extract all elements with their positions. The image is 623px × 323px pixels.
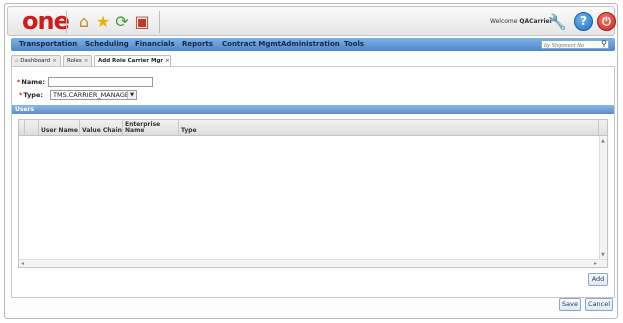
scroll-up-arrow-icon[interactable]: ▲ bbox=[601, 138, 605, 144]
scroll-down-arrow-icon[interactable]: ▼ bbox=[601, 252, 605, 258]
favorites-star-icon[interactable]: ★ bbox=[93, 12, 113, 32]
app-header: one ⌂ ★ ⟳ ▣ Welcome QACarrier 🔧 ? ⏻ bbox=[7, 6, 616, 36]
tab-roles[interactable]: Roles × bbox=[63, 55, 92, 66]
close-icon[interactable]: × bbox=[165, 58, 170, 64]
home-icon: ⌂ bbox=[15, 58, 19, 64]
close-icon[interactable]: × bbox=[84, 58, 89, 64]
main-nav-bar: Transportation Scheduling Financials Rep… bbox=[11, 38, 615, 51]
nav-administration[interactable]: Administration bbox=[281, 40, 340, 49]
horizontal-scrollbar[interactable]: ◂ ▸ bbox=[19, 259, 607, 267]
home-icon[interactable]: ⌂ bbox=[74, 12, 94, 32]
search-icon[interactable]: ⚲ bbox=[601, 39, 607, 48]
users-grid: User Name Value Chain Enterprise Name Ty… bbox=[18, 119, 608, 268]
tab-label: Roles bbox=[67, 58, 82, 64]
help-icon[interactable]: ? bbox=[574, 12, 593, 31]
tab-dashboard[interactable]: ⌂ Dashboard × bbox=[11, 55, 61, 66]
scroll-right-arrow-icon[interactable]: ▸ bbox=[594, 260, 597, 267]
cancel-button[interactable]: Cancel bbox=[585, 298, 613, 311]
type-label-text: Type: bbox=[23, 91, 43, 99]
shipment-search-input[interactable] bbox=[542, 42, 598, 50]
wrench-settings-icon[interactable]: 🔧 bbox=[548, 13, 567, 31]
add-role-form-panel: *Name: *Type: TMS.CARRIER_MANAGER ▼ User… bbox=[11, 66, 615, 298]
col-value-chain[interactable]: Value Chain bbox=[80, 120, 123, 136]
close-icon[interactable]: × bbox=[52, 58, 57, 64]
type-select-value: TMS.CARRIER_MANAGER bbox=[53, 91, 134, 99]
nav-reports[interactable]: Reports bbox=[182, 40, 213, 49]
refresh-icon[interactable]: ⟳ bbox=[112, 12, 132, 32]
welcome-prefix: Welcome bbox=[490, 18, 518, 25]
app-window: one ⌂ ★ ⟳ ▣ Welcome QACarrier 🔧 ? ⏻ Tran… bbox=[4, 3, 618, 319]
shipment-search-box: ⚲ bbox=[541, 39, 609, 50]
users-section-header: Users bbox=[12, 105, 614, 114]
welcome-text: Welcome QACarrier bbox=[490, 18, 553, 25]
tab-label: Add Role Carrier Mgr bbox=[98, 58, 164, 64]
type-label: *Type: bbox=[19, 91, 43, 99]
name-input[interactable] bbox=[48, 77, 153, 87]
col-enterprise-name-label: Enterprise Name bbox=[125, 121, 161, 134]
tab-add-role-carrier-mgr[interactable]: Add Role Carrier Mgr × bbox=[94, 55, 171, 66]
nav-tools[interactable]: Tools bbox=[344, 40, 364, 49]
nav-contract-mgmt[interactable]: Contract Mgmt bbox=[222, 40, 281, 49]
monitor-alert-icon[interactable]: ▣ bbox=[132, 12, 152, 32]
save-button[interactable]: Save bbox=[559, 298, 581, 311]
name-label-text: Name: bbox=[21, 78, 46, 86]
scroll-left-arrow-icon[interactable]: ◂ bbox=[21, 260, 24, 267]
col-type[interactable]: Type bbox=[179, 120, 599, 136]
required-marker: * bbox=[17, 78, 21, 86]
nav-scheduling[interactable]: Scheduling bbox=[85, 40, 129, 49]
chevron-down-icon[interactable]: ▼ bbox=[127, 91, 136, 99]
required-marker: * bbox=[19, 91, 23, 99]
type-select[interactable]: TMS.CARRIER_MANAGER ▼ bbox=[50, 90, 137, 100]
add-user-button[interactable]: Add bbox=[588, 273, 608, 286]
one-logo[interactable]: one bbox=[22, 8, 70, 34]
tab-label: Dashboard bbox=[20, 58, 51, 64]
users-grid-header: User Name Value Chain Enterprise Name Ty… bbox=[19, 120, 607, 136]
logout-power-icon[interactable]: ⏻ bbox=[597, 12, 616, 31]
vertical-scrollbar[interactable]: ▲ ▼ bbox=[599, 136, 607, 260]
col-enterprise-name[interactable]: Enterprise Name bbox=[123, 120, 179, 136]
grid-select-column[interactable] bbox=[25, 120, 39, 136]
nav-financials[interactable]: Financials bbox=[135, 40, 175, 49]
name-label: *Name: bbox=[17, 78, 45, 86]
header-separator bbox=[66, 11, 67, 33]
nav-transportation[interactable]: Transportation bbox=[19, 40, 77, 49]
col-user-name[interactable]: User Name bbox=[39, 120, 80, 136]
header-separator bbox=[159, 11, 160, 33]
